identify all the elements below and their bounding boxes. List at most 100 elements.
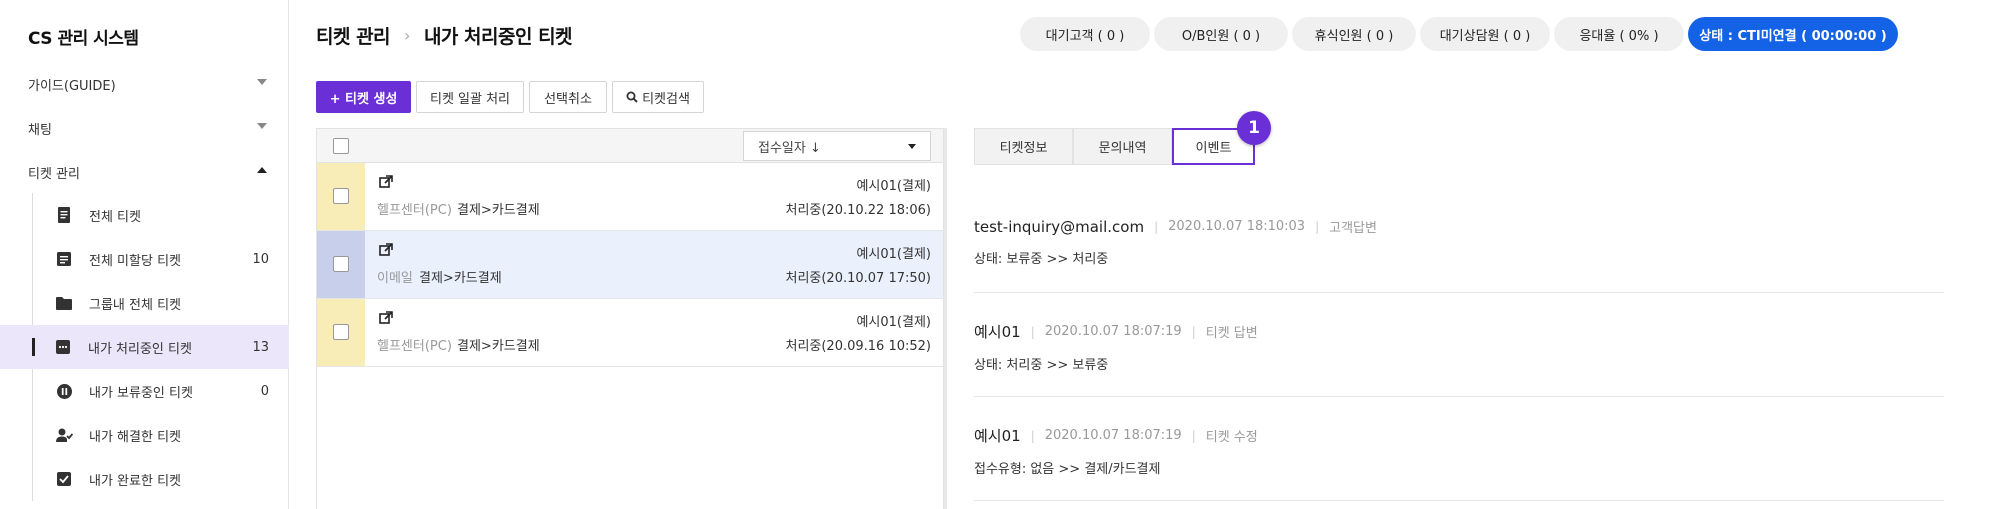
divider <box>974 292 1944 293</box>
event-change: 상태: 보류중 >> 처리중 <box>974 252 1109 267</box>
pause-icon <box>55 382 73 400</box>
sidebar-item-label: 내가 처리중인 티켓 <box>88 341 192 357</box>
row-checkbox[interactable] <box>333 188 349 204</box>
status-waiting-agents: 대기상담원 ( 0 ) <box>1420 17 1550 51</box>
sidebar-item-all-tickets[interactable]: 전체 티켓 <box>32 193 289 237</box>
separator: | <box>1315 219 1320 234</box>
sidebar-item-label: 그룹내 전체 티켓 <box>89 297 181 313</box>
table-row[interactable]: 헬프센터(PC) 결제>카드결제 예시01(결제) 처리중(20.09.16 1… <box>317 299 943 367</box>
event-change: 접수유형: 없음 >> 결제/카드결제 <box>974 462 1161 477</box>
sidebar-item-group-tickets[interactable]: 그룹내 전체 티켓 <box>32 281 289 325</box>
event-type: 고객답변 <box>1329 221 1377 236</box>
tab-inquiry-history[interactable]: 문의내역 <box>1073 128 1172 165</box>
search-button-label: 티켓검색 <box>642 91 690 107</box>
cti-status-button[interactable]: 상태 : CTI미연결 ( 00:00:00 ) <box>1688 17 1898 51</box>
sidebar-item-count: 13 <box>252 339 269 355</box>
chevron-right-icon: › <box>404 26 410 45</box>
ticket-assignee: 예시01(결제) <box>856 315 931 330</box>
sidebar-item-label: 내가 보류중인 티켓 <box>89 385 193 401</box>
ticket-assignee: 예시01(결제) <box>856 247 931 262</box>
sidebar-item-my-on-hold[interactable]: 내가 보류중인 티켓 0 <box>32 369 289 413</box>
search-icon <box>626 91 638 103</box>
callout-badge: 1 <box>1237 111 1271 145</box>
app-title: CS 관리 시스템 <box>28 29 139 49</box>
list-header: 접수일자 ↓ <box>317 129 943 163</box>
separator: | <box>1191 428 1196 443</box>
menu-guide[interactable]: 가이드(GUIDE) <box>0 62 289 106</box>
status-response-rate: 응대율 ( 0% ) <box>1554 17 1684 51</box>
status-break-agents: 휴식인원 ( 0 ) <box>1292 17 1416 51</box>
page-title: 내가 처리중인 티켓 <box>423 26 573 48</box>
sidebar-item-label: 내가 해결한 티켓 <box>89 429 181 445</box>
user-check-icon <box>55 426 73 444</box>
sidebar-item-count: 0 <box>260 383 269 399</box>
chat-dots-icon <box>54 338 72 356</box>
external-link-icon[interactable] <box>379 243 393 257</box>
table-row-selected[interactable]: 이메일 결제>카드결제 예시01(결제) 처리중(20.10.07 17:50) <box>317 231 943 299</box>
divider <box>974 500 1944 501</box>
ticket-search-button[interactable]: 티켓검색 <box>612 81 704 113</box>
panel-divider[interactable] <box>944 128 947 509</box>
sidebar-item-my-resolved[interactable]: 내가 해결한 티켓 <box>32 413 289 457</box>
ticket-category: 결제>카드결제 <box>419 271 502 286</box>
chevron-up-icon <box>257 167 267 173</box>
sidebar-item-label: 전체 미할당 티켓 <box>89 253 181 269</box>
active-indicator <box>32 338 35 356</box>
row-checkbox[interactable] <box>333 256 349 272</box>
deselect-button[interactable]: 선택취소 <box>529 81 607 113</box>
external-link-icon[interactable] <box>379 175 393 189</box>
create-ticket-button[interactable]: + 티켓 생성 <box>316 81 411 113</box>
menu-label: 가이드(GUIDE) <box>28 78 116 94</box>
menu-ticket-management[interactable]: 티켓 관리 <box>0 150 289 194</box>
caret-down-icon <box>908 144 916 149</box>
event-type: 티켓 수정 <box>1205 430 1258 445</box>
event-author: 예시01 <box>974 323 1021 341</box>
sidebar-item-label: 전체 티켓 <box>89 209 141 225</box>
event-item: 예시01 | 2020.10.07 18:07:19 | 티켓 수정 접수유형:… <box>974 425 1944 477</box>
event-type: 티켓 답변 <box>1205 326 1258 341</box>
ticket-channel: 이메일 <box>377 271 413 286</box>
separator: | <box>1030 428 1035 443</box>
chevron-down-icon <box>257 123 267 129</box>
sidebar-item-count: 10 <box>252 251 269 267</box>
select-all-checkbox[interactable] <box>333 138 349 154</box>
ticket-category: 결제>카드결제 <box>457 339 540 354</box>
event-item: 예시01 | 2020.10.07 18:07:19 | 티켓 답변 상태: 처… <box>974 321 1944 373</box>
folder-icon <box>55 294 73 312</box>
event-time: 2020.10.07 18:07:19 <box>1044 428 1182 443</box>
external-link-icon[interactable] <box>379 311 393 325</box>
breadcrumb-parent[interactable]: 티켓 관리 <box>316 22 391 49</box>
tab-ticket-info[interactable]: 티켓정보 <box>974 128 1073 165</box>
separator: | <box>1191 324 1196 339</box>
event-change: 상태: 처리중 >> 보류중 <box>974 358 1109 373</box>
ticket-list-icon <box>55 206 73 224</box>
sidebar-item-my-completed[interactable]: 내가 완료한 티켓 <box>32 457 289 501</box>
table-row[interactable]: 헬프센터(PC) 결제>카드결제 예시01(결제) 처리중(20.10.22 1… <box>317 163 943 231</box>
sidebar: CS 관리 시스템 가이드(GUIDE) 채팅 티켓 관리 전체 티켓 전체 미… <box>0 0 289 509</box>
event-time: 2020.10.07 18:07:19 <box>1044 324 1182 339</box>
event-time: 2020.10.07 18:10:03 <box>1168 219 1306 234</box>
breadcrumb: 티켓 관리 › 내가 처리중인 티켓 <box>316 22 573 49</box>
event-author: test-inquiry@mail.com <box>974 217 1145 236</box>
row-checkbox[interactable] <box>333 324 349 340</box>
status-ob-agents: O/B인원 ( 0 ) <box>1154 17 1288 51</box>
menu-label: 채팅 <box>28 122 52 138</box>
bulk-process-button[interactable]: 티켓 일괄 처리 <box>416 81 524 113</box>
menu-chat[interactable]: 채팅 <box>0 106 289 150</box>
note-icon <box>55 250 73 268</box>
separator: | <box>1030 324 1035 339</box>
ticket-status: 처리중(20.09.16 10:52) <box>785 339 931 354</box>
ticket-assignee: 예시01(결제) <box>856 179 931 194</box>
ticket-channel: 헬프센터(PC) <box>377 203 452 218</box>
menu-label: 티켓 관리 <box>28 166 80 182</box>
ticket-status: 처리중(20.10.07 17:50) <box>785 271 931 286</box>
sidebar-item-my-processing[interactable]: 내가 처리중인 티켓 13 <box>0 325 289 369</box>
sort-select[interactable]: 접수일자 ↓ <box>743 131 931 161</box>
divider <box>974 396 1944 397</box>
checkbox-icon <box>55 470 73 488</box>
status-waiting-customers: 대기고객 ( 0 ) <box>1020 17 1150 51</box>
separator: | <box>1154 219 1159 234</box>
sidebar-item-unassigned[interactable]: 전체 미할당 티켓 10 <box>32 237 289 281</box>
ticket-category: 결제>카드결제 <box>457 203 540 218</box>
event-author: 예시01 <box>974 427 1021 445</box>
